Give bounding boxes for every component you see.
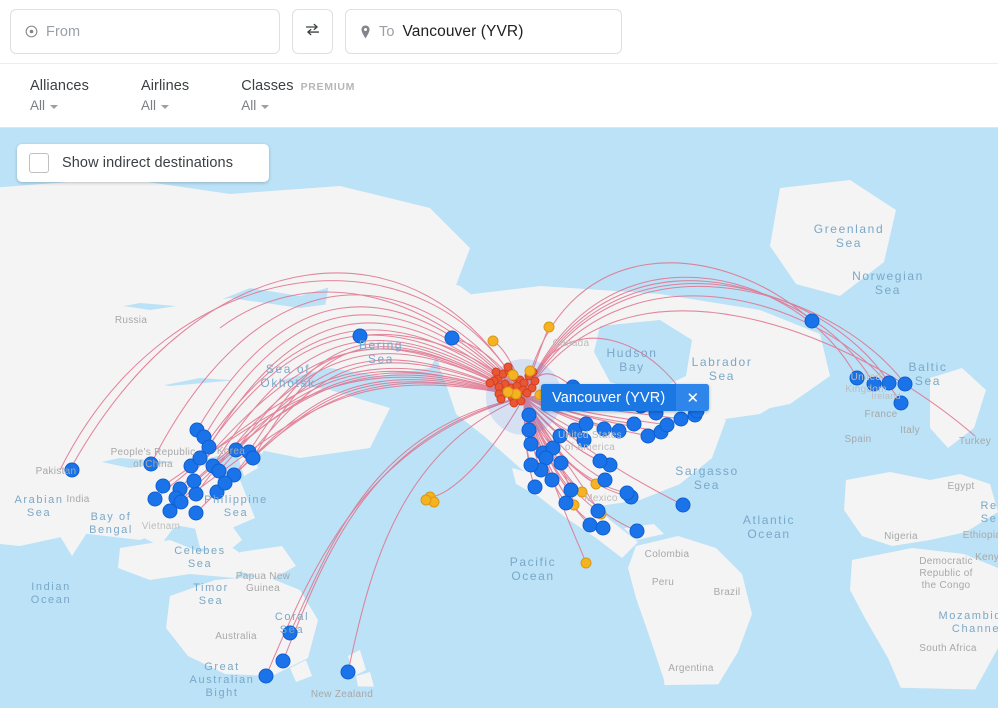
origin-placeholder: From <box>46 23 81 40</box>
destination-marker[interactable] <box>527 479 543 495</box>
flight-route-map-app: From To Vancouver (YVR) Alliances All Ai… <box>0 0 998 708</box>
cluster-marker[interactable] <box>491 367 501 377</box>
destination-marker[interactable] <box>866 376 882 392</box>
destination-marker[interactable] <box>201 439 217 455</box>
destination-marker[interactable] <box>611 423 627 439</box>
destination-marker[interactable] <box>64 462 80 478</box>
chevron-down-icon <box>50 104 59 109</box>
destination-marker[interactable] <box>282 625 298 641</box>
destination-marker[interactable] <box>673 411 689 427</box>
chevron-down-icon <box>261 104 270 109</box>
filter-alliances-value: All <box>30 98 46 113</box>
destination-marker[interactable] <box>521 422 537 438</box>
destination-marker[interactable] <box>521 407 537 423</box>
map-pin-icon <box>360 25 371 39</box>
destination-marker[interactable] <box>659 417 675 433</box>
filter-alliances[interactable]: Alliances All <box>30 78 96 113</box>
secondary-destination-marker[interactable] <box>524 365 536 377</box>
secondary-destination-marker[interactable] <box>487 335 499 347</box>
destination-marker[interactable] <box>217 475 233 491</box>
secondary-destination-marker[interactable] <box>420 494 432 506</box>
destination-marker[interactable] <box>849 370 865 386</box>
destination-marker[interactable] <box>619 485 635 501</box>
destination-marker[interactable] <box>578 416 594 432</box>
destination-label: To <box>379 23 395 40</box>
destination-marker[interactable] <box>629 523 645 539</box>
filter-airlines-value: All <box>140 98 156 113</box>
premium-badge: PREMIUM <box>300 81 356 93</box>
destination-marker[interactable] <box>155 478 171 494</box>
destination-marker[interactable] <box>245 450 261 466</box>
destination-marker[interactable] <box>675 497 691 513</box>
origin-field[interactable]: From <box>10 9 280 54</box>
destination-marker[interactable] <box>553 455 569 471</box>
landmasses <box>0 178 998 708</box>
destination-marker[interactable] <box>558 495 574 511</box>
filter-airlines-title: Airlines <box>140 78 190 94</box>
destination-field[interactable]: To Vancouver (YVR) <box>345 9 622 54</box>
destination-marker[interactable] <box>186 473 202 489</box>
destination-marker[interactable] <box>523 457 539 473</box>
destination-marker[interactable] <box>275 653 291 669</box>
chevron-down-icon <box>160 104 169 109</box>
search-bar: From To Vancouver (YVR) <box>0 0 998 63</box>
cluster-marker[interactable] <box>485 378 495 388</box>
destination-value: Vancouver (YVR) <box>402 22 524 40</box>
filter-classes-title: Classes <box>241 78 294 94</box>
destination-marker[interactable] <box>552 428 568 444</box>
world-map[interactable]: Greenland Sea Norwegian Sea Baltic Sea United K… <box>0 128 998 708</box>
destination-marker[interactable] <box>893 395 909 411</box>
destination-marker[interactable] <box>595 520 611 536</box>
filter-bar: Alliances All Airlines All Classes PREMI… <box>0 63 998 128</box>
destination-marker[interactable] <box>352 328 368 344</box>
target-icon <box>25 25 38 38</box>
destination-marker[interactable] <box>881 375 897 391</box>
destination-marker[interactable] <box>590 503 606 519</box>
swap-arrows-icon <box>304 21 321 43</box>
destination-marker[interactable] <box>147 491 163 507</box>
destination-marker[interactable] <box>597 472 613 488</box>
selected-destination-tooltip[interactable]: Vancouver (YVR) ✕ <box>541 384 710 411</box>
destination-marker[interactable] <box>897 376 913 392</box>
secondary-destination-marker[interactable] <box>502 386 514 398</box>
cluster-marker[interactable] <box>530 376 540 386</box>
destination-marker[interactable] <box>188 486 204 502</box>
destination-marker[interactable] <box>444 330 460 346</box>
close-icon[interactable]: ✕ <box>676 384 710 411</box>
show-indirect-destinations-toggle[interactable]: Show indirect destinations <box>17 144 269 182</box>
destination-marker[interactable] <box>173 494 189 510</box>
destination-marker[interactable] <box>143 456 159 472</box>
swap-button[interactable] <box>292 9 333 54</box>
filter-alliances-title: Alliances <box>30 78 89 94</box>
destination-marker[interactable] <box>626 416 642 432</box>
destination-marker[interactable] <box>340 664 356 680</box>
selected-destination-name: Vancouver (YVR) <box>552 389 666 406</box>
destination-marker[interactable] <box>804 313 820 329</box>
indirect-label: Show indirect destinations <box>62 155 234 171</box>
destination-marker[interactable] <box>596 421 612 437</box>
secondary-destination-marker[interactable] <box>507 369 519 381</box>
filter-classes[interactable]: Classes PREMIUM All <box>241 78 355 113</box>
destination-marker[interactable] <box>258 668 274 684</box>
cluster-marker[interactable] <box>522 388 532 398</box>
filter-airlines[interactable]: Airlines All <box>141 78 196 113</box>
destination-marker[interactable] <box>228 442 244 458</box>
destination-marker[interactable] <box>592 453 608 469</box>
indirect-checkbox[interactable] <box>29 153 49 173</box>
secondary-destination-marker[interactable] <box>543 321 555 333</box>
secondary-destination-marker[interactable] <box>580 557 592 569</box>
filter-classes-value: All <box>241 98 257 113</box>
destination-marker[interactable] <box>188 505 204 521</box>
destination-marker[interactable] <box>576 432 592 448</box>
